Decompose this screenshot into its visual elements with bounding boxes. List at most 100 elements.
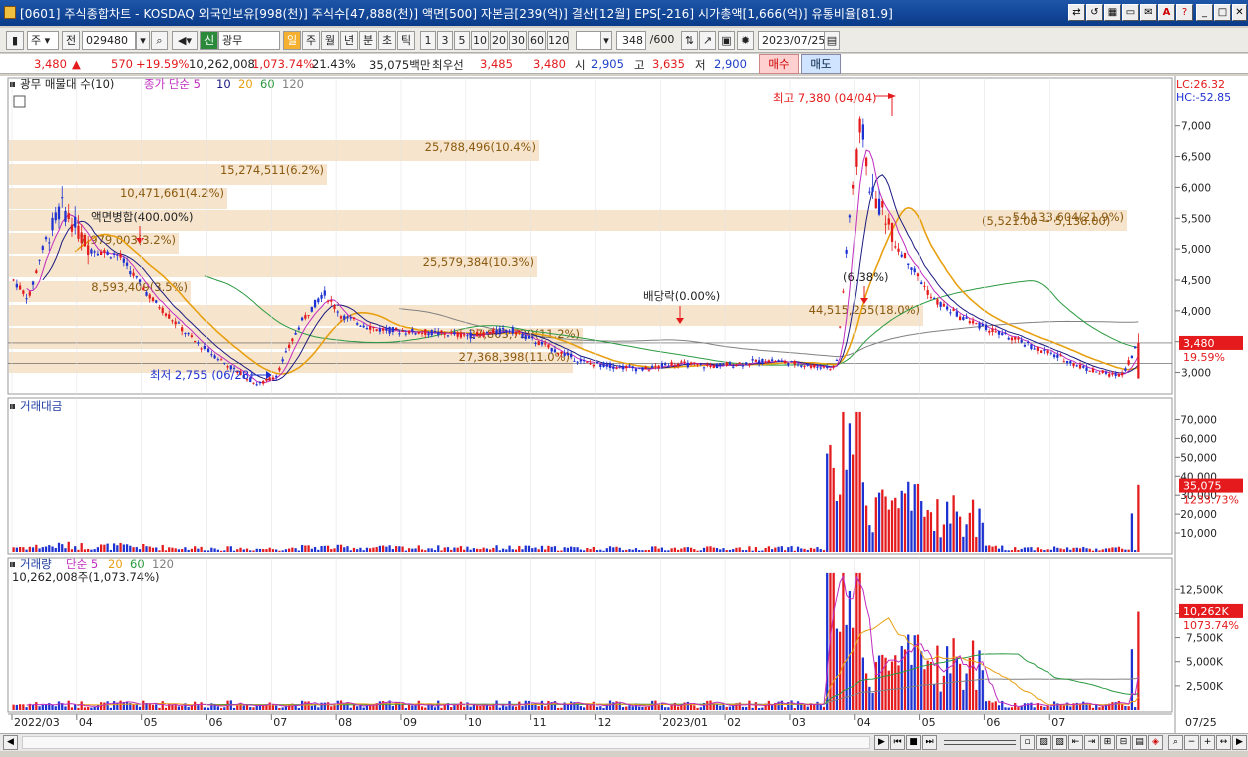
interval-button-60[interactable]: 60 [528, 31, 546, 50]
save-icon[interactable]: ▣ [718, 31, 735, 50]
toolbar: ▮ 주 ▾ 전 029480 ▾ ⌕ ◀▾ 신 광무 ▾ 348 /600 ⇅ … [0, 28, 1248, 53]
zoom-out-icon[interactable]: − [1184, 735, 1199, 750]
minimize-button[interactable]: _ [1196, 4, 1213, 21]
scroll-right-icon[interactable]: ▶ [1232, 735, 1247, 750]
tool-8-icon[interactable]: ▤ [1132, 735, 1147, 750]
volume-bar-141 [469, 706, 472, 710]
amount-bar-195 [644, 550, 647, 552]
interval-button-30[interactable]: 30 [509, 31, 527, 50]
tool-1-icon[interactable]: ▫ [1020, 735, 1035, 750]
candle-body-253 [832, 365, 835, 367]
legend-marker [10, 82, 15, 87]
period-tab-3[interactable]: 년 [340, 31, 358, 50]
interval-dropdown-icon[interactable]: ▾ [600, 31, 612, 50]
alert-icon[interactable]: ✉ [1140, 4, 1157, 21]
title-bar[interactable]: [0601] 주식종합차트 - KOSDAQ 외국인보유[998(천)] 주식수… [0, 0, 1248, 26]
candle-body-167 [553, 349, 557, 353]
save-window-icon[interactable]: ▭ [1122, 4, 1139, 21]
volume-bar-267 [877, 655, 881, 710]
arrows-icon[interactable]: ⇅ [681, 31, 698, 50]
chart-type-icon[interactable]: ▮ [6, 31, 24, 50]
reset-zoom-icon[interactable]: ↔ [1216, 735, 1231, 750]
amount-bar-194 [641, 550, 644, 552]
scroll-track[interactable] [22, 736, 870, 749]
stock-chart[interactable]: 25,788,496(10.4%) 15,274,511(6.2%) 10,471,… [0, 76, 1248, 733]
tool-4-icon[interactable]: ⇤ [1068, 735, 1083, 750]
period-tab-5[interactable]: 초 [378, 31, 396, 50]
amount-bar-197 [651, 546, 654, 552]
interval-button-3[interactable]: 3 [437, 31, 453, 50]
buy-button[interactable]: 매수 [759, 54, 799, 74]
chart-area[interactable]: 25,788,496(10.4%) 15,274,511(6.2%) 10,471,… [0, 76, 1248, 737]
tool-3-icon[interactable]: ▧ [1052, 735, 1067, 750]
amount-bar-105 [352, 547, 356, 552]
search-icon[interactable]: ⌕ [151, 31, 168, 50]
volume-bar-273 [897, 665, 900, 710]
rewind-icon[interactable]: ⏮ [890, 735, 905, 750]
tool-2-icon[interactable]: ▨ [1036, 735, 1051, 750]
interval-button-10[interactable]: 10 [471, 31, 489, 50]
amount-bar-184 [608, 546, 612, 552]
open-label: 시 [575, 58, 586, 72]
period-tab-2[interactable]: 월 [321, 31, 339, 50]
amount-bar-243 [800, 548, 803, 552]
fast-forward-icon[interactable]: ⏭ [922, 735, 937, 750]
volume-bar-33 [119, 700, 122, 710]
help-icon[interactable]: ? [1176, 4, 1193, 21]
amount-bar-69 [236, 549, 239, 552]
stock-name-field[interactable]: 광무 [218, 31, 280, 50]
volume-bar-268 [881, 654, 884, 710]
candle-body-315 [1033, 348, 1036, 350]
tool-5-icon[interactable]: ⇥ [1084, 735, 1099, 750]
candle-body-49 [171, 320, 174, 322]
settings-icon[interactable]: ✹ [737, 31, 754, 50]
code-dropdown-icon[interactable]: ▾ [136, 31, 150, 50]
code-input[interactable]: 029480 [82, 31, 136, 50]
interval-button-1[interactable]: 1 [420, 31, 436, 50]
period-tab-6[interactable]: 틱 [397, 31, 415, 50]
zoom-slider[interactable] [944, 740, 1016, 745]
period-tab-1[interactable]: 주 [302, 31, 320, 50]
amount-bar-54 [187, 549, 190, 552]
speaker-icon[interactable]: ◀▾ [172, 31, 198, 50]
tool-9-icon[interactable]: ◈ [1148, 735, 1163, 750]
tool-6-icon[interactable]: ⊞ [1100, 735, 1115, 750]
candle-body-347 [1137, 342, 1140, 379]
period-tab-4[interactable]: 분 [359, 31, 377, 50]
interval-button-20[interactable]: 20 [490, 31, 508, 50]
candle-body-210 [693, 362, 696, 364]
amount-bar-136 [453, 547, 456, 552]
prev-button[interactable]: 전 [62, 31, 80, 50]
amount-bar-118 [394, 546, 398, 552]
candle-body-46 [161, 307, 164, 313]
interval-button-120[interactable]: 120 [547, 31, 569, 50]
period-tab-0[interactable]: 일 [283, 31, 301, 50]
period-select[interactable]: 주 ▾ [27, 31, 59, 50]
interval-button-5[interactable]: 5 [454, 31, 470, 50]
tool-7-icon[interactable]: ⊟ [1116, 735, 1131, 750]
candle-body-129 [430, 330, 433, 336]
chart-scrollbar[interactable]: ◀ ▶ ⏮ ■ ⏭ ▫ ▨ ▧ ⇤ ⇥ ⊞ ⊟ ▤ ◈ ⌕ − + ↔ ▶ [0, 733, 1248, 751]
line-tool-icon[interactable]: ↗ [699, 31, 716, 50]
candle-body-335 [1098, 373, 1101, 375]
candle-body-216 [712, 365, 715, 368]
date-input[interactable]: 2023/07/25 [758, 31, 826, 50]
count-input[interactable]: 348 [616, 31, 646, 50]
volume-bar-117 [391, 705, 394, 710]
sell-button[interactable]: 매도 [801, 54, 841, 74]
play-icon[interactable]: ▶ [874, 735, 889, 750]
refresh-icon[interactable]: ↺ [1086, 4, 1103, 21]
volume-bar-52 [181, 705, 184, 710]
close-button[interactable]: ✕ [1232, 4, 1247, 21]
volume-bar-297 [975, 689, 978, 710]
scroll-left-icon[interactable]: ◀ [3, 735, 18, 750]
stop-icon[interactable]: ■ [906, 735, 921, 750]
layout-icon[interactable]: ▦ [1104, 4, 1121, 21]
zoom-search-icon[interactable]: ⌕ [1168, 735, 1183, 750]
candle-body-227 [748, 364, 751, 366]
zoom-in-icon[interactable]: + [1200, 735, 1215, 750]
calendar-icon[interactable]: ▤ [824, 31, 840, 50]
font-icon[interactable]: A [1158, 4, 1175, 21]
maximize-button[interactable]: □ [1214, 4, 1231, 21]
link-icon[interactable]: ⇄ [1068, 4, 1085, 21]
